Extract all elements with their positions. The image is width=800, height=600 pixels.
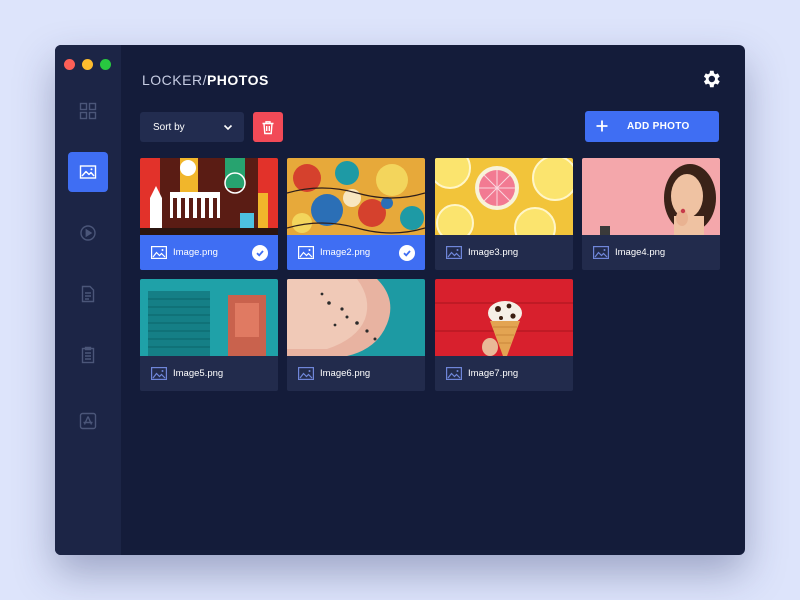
sidebar-item-photos[interactable] (68, 152, 108, 192)
photo-card[interactable]: Image2.png (287, 158, 425, 270)
image-icon (79, 165, 97, 179)
page-title-main: PHOTOS (206, 72, 269, 88)
photo-card[interactable]: Image7.png (435, 279, 573, 391)
photo-filename: Image5.png (173, 368, 224, 379)
photo-thumbnail (287, 279, 425, 356)
delete-button[interactable] (253, 112, 283, 142)
checkmark-icon (403, 250, 411, 257)
close-window-button[interactable] (64, 59, 75, 70)
checkmark-icon (256, 250, 264, 257)
selected-checkbox[interactable] (252, 245, 268, 261)
selected-checkbox[interactable] (399, 245, 415, 261)
play-icon (80, 225, 96, 241)
photo-info-bar: Image2.png (287, 235, 425, 270)
page-title-prefix: LOCKER/ (142, 72, 207, 88)
photo-info-bar: Image4.png (582, 235, 720, 270)
add-photo-button[interactable]: ADD PHOTO (585, 111, 719, 142)
document-icon (81, 285, 95, 303)
grid-icon (79, 102, 97, 120)
image-file-icon (446, 246, 462, 259)
sort-dropdown[interactable]: Sort by (140, 112, 244, 142)
sidebar-item-grid[interactable] (68, 91, 108, 131)
photo-filename: Image.png (173, 247, 218, 258)
photo-filename: Image7.png (468, 368, 519, 379)
photo-info-bar: Image.png (140, 235, 278, 270)
image-file-icon (446, 367, 462, 380)
photo-filename: Image3.png (468, 247, 519, 258)
app-window: LOCKER/PHOTOS Sort by ADD PHOTO Image.pn… (55, 45, 745, 555)
photo-info-bar: Image6.png (287, 356, 425, 391)
photo-card[interactable]: Image6.png (287, 279, 425, 391)
page-title: LOCKER/PHOTOS (142, 72, 269, 88)
image-file-icon (593, 246, 609, 259)
trash-icon (262, 120, 274, 134)
photo-thumbnail (140, 279, 278, 356)
photo-thumbnail (582, 158, 720, 235)
photo-card[interactable]: Image3.png (435, 158, 573, 270)
photo-thumbnail (287, 158, 425, 235)
image-file-icon (151, 367, 167, 380)
gear-icon[interactable] (700, 68, 722, 90)
sidebar (55, 45, 121, 555)
photo-info-bar: Image5.png (140, 356, 278, 391)
sort-label: Sort by (153, 121, 185, 133)
chevron-down-icon (223, 124, 233, 131)
add-photo-label: ADD PHOTO (627, 121, 690, 132)
clipboard-icon (81, 346, 95, 364)
sidebar-item-documents[interactable] (68, 274, 108, 314)
photo-thumbnail (435, 279, 573, 356)
photo-filename: Image6.png (320, 368, 371, 379)
image-file-icon (151, 246, 167, 259)
photo-card[interactable]: Image4.png (582, 158, 720, 270)
image-file-icon (298, 367, 314, 380)
maximize-window-button[interactable] (100, 59, 111, 70)
sidebar-item-apps[interactable] (68, 401, 108, 441)
photo-thumbnail (140, 158, 278, 235)
photo-card[interactable]: Image.png (140, 158, 278, 270)
window-controls (64, 59, 111, 70)
minimize-window-button[interactable] (82, 59, 93, 70)
sidebar-item-notes[interactable] (68, 335, 108, 375)
image-file-icon (298, 246, 314, 259)
sidebar-item-videos[interactable] (68, 213, 108, 253)
photo-filename: Image2.png (320, 247, 371, 258)
plus-icon (596, 120, 608, 132)
photo-info-bar: Image7.png (435, 356, 573, 391)
photo-info-bar: Image3.png (435, 235, 573, 270)
photo-filename: Image4.png (615, 247, 666, 258)
photo-thumbnail (435, 158, 573, 235)
photo-card[interactable]: Image5.png (140, 279, 278, 391)
app-store-icon (79, 412, 97, 430)
